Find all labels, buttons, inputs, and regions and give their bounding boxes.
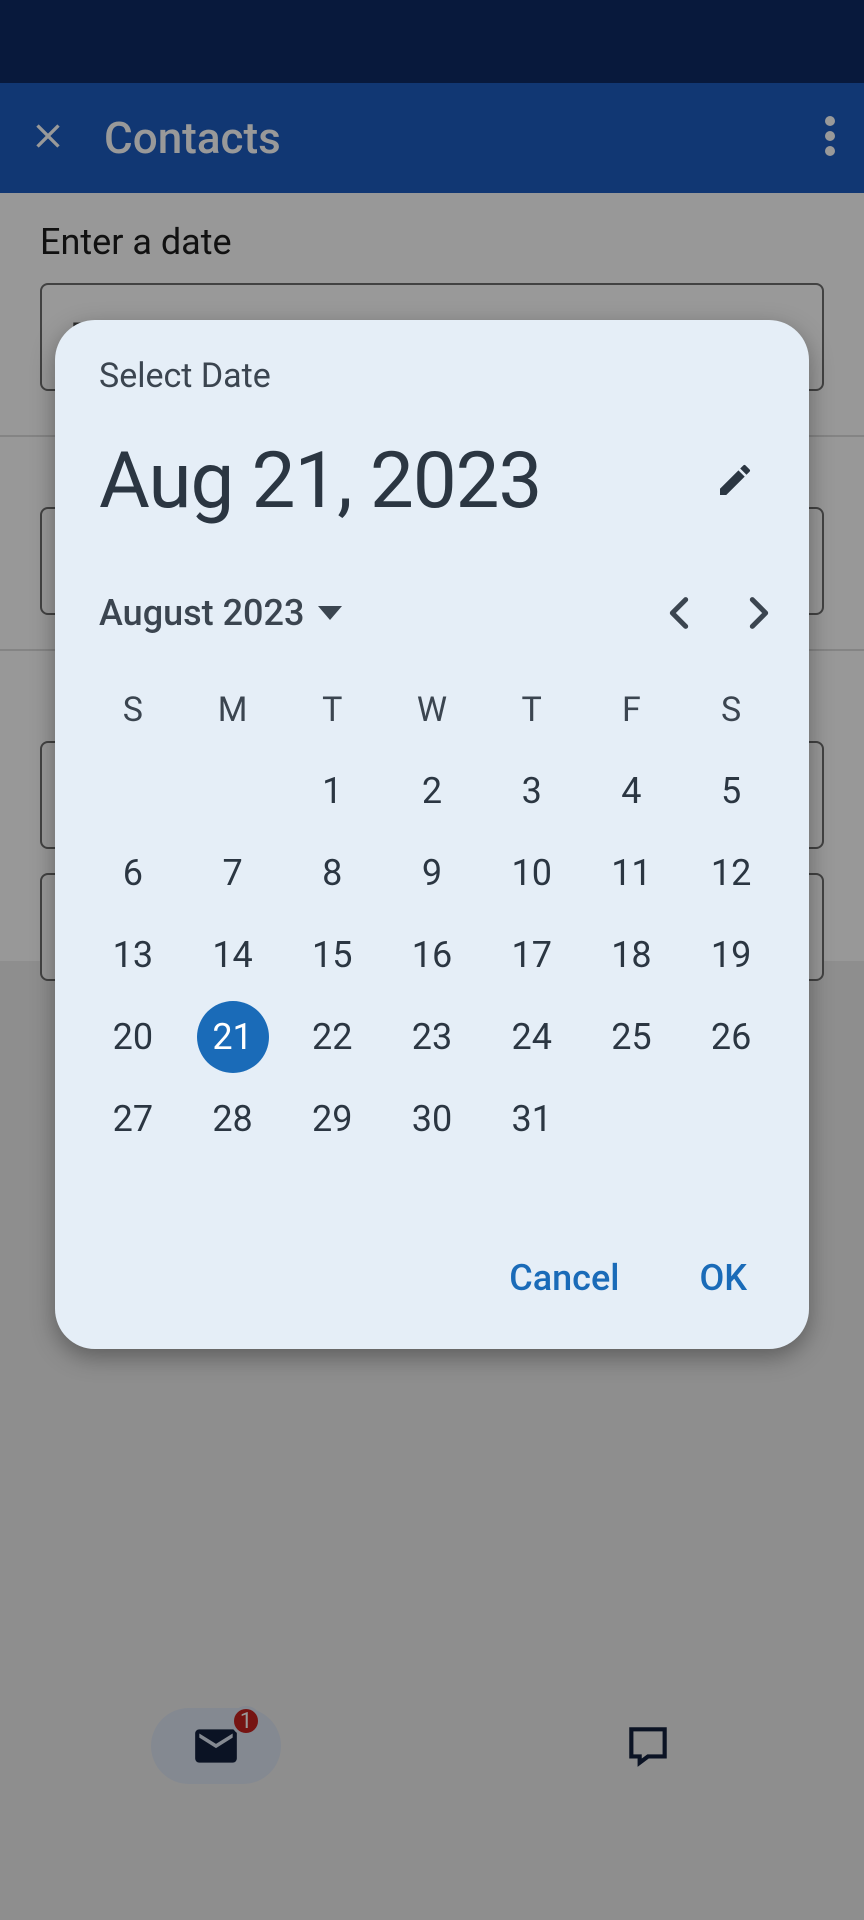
- cancel-button[interactable]: Cancel: [497, 1247, 631, 1309]
- month-dropdown[interactable]: August 2023: [99, 584, 350, 642]
- calendar-day[interactable]: 8: [296, 837, 368, 909]
- calendar-day[interactable]: 1: [296, 755, 368, 827]
- calendar-day[interactable]: 27: [97, 1083, 169, 1155]
- calendar-grid: SMTWTFS123456789101112131415161718192021…: [55, 657, 809, 1155]
- calendar-day[interactable]: 13: [97, 919, 169, 991]
- calendar-day[interactable]: 5: [695, 755, 767, 827]
- calendar-day[interactable]: 12: [695, 837, 767, 909]
- datepicker-supertitle: Select Date: [55, 356, 809, 396]
- calendar-day[interactable]: 25: [595, 1001, 667, 1073]
- calendar-day[interactable]: 17: [496, 919, 568, 991]
- dow-header: T: [282, 675, 382, 745]
- calendar-day[interactable]: 6: [97, 837, 169, 909]
- calendar-day[interactable]: 26: [695, 1001, 767, 1073]
- next-month-button[interactable]: [719, 573, 799, 653]
- prev-month-button[interactable]: [639, 573, 719, 653]
- calendar-day[interactable]: 30: [396, 1083, 468, 1155]
- calendar-day[interactable]: 20: [97, 1001, 169, 1073]
- calendar-day[interactable]: 18: [595, 919, 667, 991]
- dow-header: W: [382, 675, 482, 745]
- calendar-day[interactable]: 21: [197, 1001, 269, 1073]
- calendar-day[interactable]: 19: [695, 919, 767, 991]
- calendar-day[interactable]: 31: [496, 1083, 568, 1155]
- calendar-day[interactable]: 7: [197, 837, 269, 909]
- calendar-day[interactable]: 14: [197, 919, 269, 991]
- calendar-day-empty: [97, 755, 169, 827]
- calendar-day[interactable]: 22: [296, 1001, 368, 1073]
- calendar-day[interactable]: 24: [496, 1001, 568, 1073]
- dow-header: M: [183, 675, 283, 745]
- month-label: August 2023: [99, 592, 304, 634]
- calendar-day[interactable]: 16: [396, 919, 468, 991]
- calendar-day[interactable]: 9: [396, 837, 468, 909]
- dow-header: T: [482, 675, 582, 745]
- dropdown-arrow-icon: [318, 606, 342, 620]
- dow-header: S: [83, 675, 183, 745]
- calendar-day[interactable]: 15: [296, 919, 368, 991]
- calendar-day[interactable]: 10: [496, 837, 568, 909]
- calendar-day-empty: [197, 755, 269, 827]
- ok-button[interactable]: OK: [687, 1247, 759, 1309]
- calendar-day[interactable]: 2: [396, 755, 468, 827]
- calendar-day[interactable]: 23: [396, 1001, 468, 1073]
- datepicker-headline: Aug 21, 2023: [99, 436, 541, 527]
- dow-header: F: [582, 675, 682, 745]
- date-picker-dialog: Select Date Aug 21, 2023 August 2023 SMT…: [55, 320, 809, 1349]
- calendar-day[interactable]: 11: [595, 837, 667, 909]
- calendar-day[interactable]: 28: [197, 1083, 269, 1155]
- calendar-day[interactable]: 29: [296, 1083, 368, 1155]
- calendar-day[interactable]: 3: [496, 755, 568, 827]
- calendar-day[interactable]: 4: [595, 755, 667, 827]
- dow-header: S: [681, 675, 781, 745]
- edit-icon[interactable]: [705, 450, 765, 514]
